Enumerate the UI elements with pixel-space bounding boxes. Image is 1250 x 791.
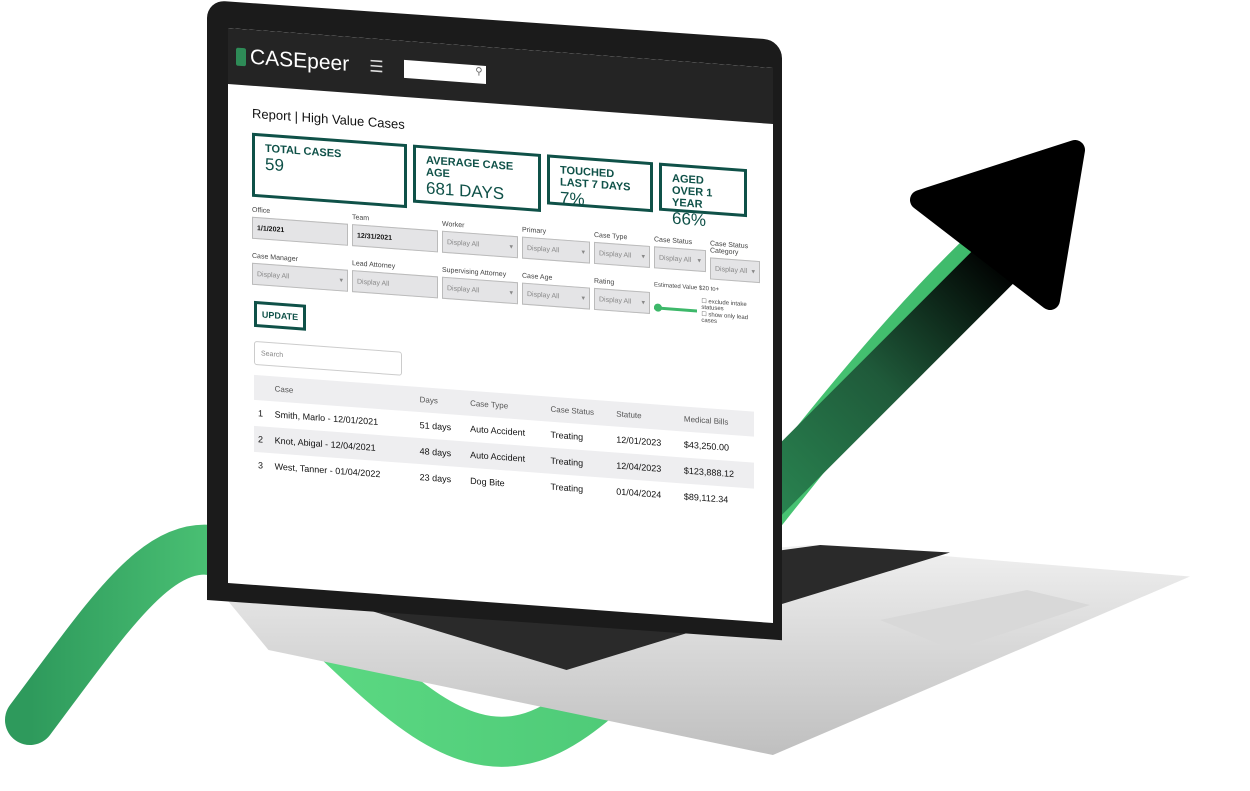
search-icon: ⚲ (475, 66, 483, 78)
caret-down-icon: ▾ (509, 243, 513, 251)
table-cell: 01/04/2024 (616, 486, 662, 500)
table-cell: Treating (550, 481, 584, 495)
case-type-filter: Case Type Display All ▾ (594, 232, 650, 268)
caret-down-icon: ▾ (581, 294, 585, 303)
case-status-select[interactable]: Display All ▾ (654, 246, 706, 273)
global-search-input[interactable]: ⚲ (403, 59, 486, 84)
case-manager-filter: Case Manager Display All ▾ (252, 253, 348, 292)
table-cell: 3 (258, 460, 264, 471)
case-age-select[interactable]: Display All ▾ (522, 282, 590, 310)
team-date-input[interactable]: 12/31/2021 (352, 224, 438, 253)
worker-select[interactable]: Display All ▾ (442, 230, 518, 259)
caret-down-icon: ▾ (641, 299, 645, 307)
supervising-attorney-select[interactable]: Display All ▾ (442, 276, 518, 305)
kpi-total-cases: TOTAL CASES 59 (252, 132, 407, 209)
table-cell: 48 days (415, 437, 467, 468)
rating-select[interactable]: Display All ▾ (594, 287, 650, 314)
case-status-category-select[interactable]: Display All ▾ (710, 257, 760, 284)
team-filter: Team 12/31/2021 (352, 214, 438, 253)
caret-down-icon: ▾ (581, 248, 585, 257)
caret-down-icon: ▾ (751, 268, 755, 276)
caret-down-icon: ▾ (339, 277, 343, 285)
table-cell: 51 days (419, 420, 452, 433)
table-cell: 23 days (419, 472, 452, 485)
case-age-filter: Case Age Display All ▾ (522, 273, 590, 310)
lead-attorney-select[interactable]: Display All (352, 270, 438, 299)
column-header[interactable] (254, 374, 271, 402)
logo-mark-icon (236, 47, 246, 67)
supervising-attorney-filter: Supervising Attorney Display All ▾ (442, 267, 518, 305)
case-manager-select[interactable]: Display All ▾ (252, 262, 348, 292)
rating-filter: Rating Display All ▾ (594, 278, 650, 314)
primary-select[interactable]: Display All ▾ (522, 236, 590, 264)
column-header[interactable]: Days (415, 386, 467, 416)
laptop-screen: CASEpeer ☰ ⚲ Report | High Value Cases T… (228, 28, 773, 624)
table-cell: 1 (258, 408, 264, 419)
kpi-average-case-age: AVERAGE CASE AGE 681 DAYS (413, 144, 541, 212)
kpi-aged-over-1-year: AGED OVER 1 YEAR 66% (659, 162, 747, 230)
hamburger-icon[interactable]: ☰ (369, 56, 383, 77)
cases-table: Case Days Case Type Case Status Statute Medic… (254, 374, 754, 515)
caret-down-icon: ▾ (509, 289, 513, 297)
slider-handle[interactable] (654, 302, 662, 312)
search-input[interactable]: Search (254, 340, 402, 376)
office-filter: Office 1/1/2021 (252, 207, 348, 246)
case-status-filter: Case Status Display All ▾ (654, 236, 706, 273)
kpi-touched-last-7-days: TOUCHED LAST 7 DAYS 7% (547, 154, 653, 213)
estimated-value-filter: Estimated Value $20 to+ ☐ exclude intake… (654, 282, 764, 328)
case-status-category-filter: Case Status Category Display All ▾ (710, 240, 760, 284)
worker-filter: Worker Display All ▾ (442, 221, 518, 259)
casepeer-logo[interactable]: CASEpeer (236, 45, 349, 77)
estimated-value-slider[interactable] (654, 302, 698, 312)
case-type-select[interactable]: Display All ▾ (594, 241, 650, 268)
lead-attorney-filter: Lead Attorney Display All (352, 260, 438, 299)
office-date-input[interactable]: 1/1/2021 (252, 216, 348, 246)
table-cell: $89,112.34 (683, 491, 729, 505)
caret-down-icon: ▾ (641, 253, 645, 261)
table-cell: 2 (254, 425, 271, 454)
table-cell: Dog Bite (470, 475, 505, 489)
primary-filter: Primary Display All ▾ (522, 227, 590, 264)
update-button[interactable]: UPDATE (254, 300, 306, 331)
caret-down-icon: ▾ (697, 257, 701, 265)
